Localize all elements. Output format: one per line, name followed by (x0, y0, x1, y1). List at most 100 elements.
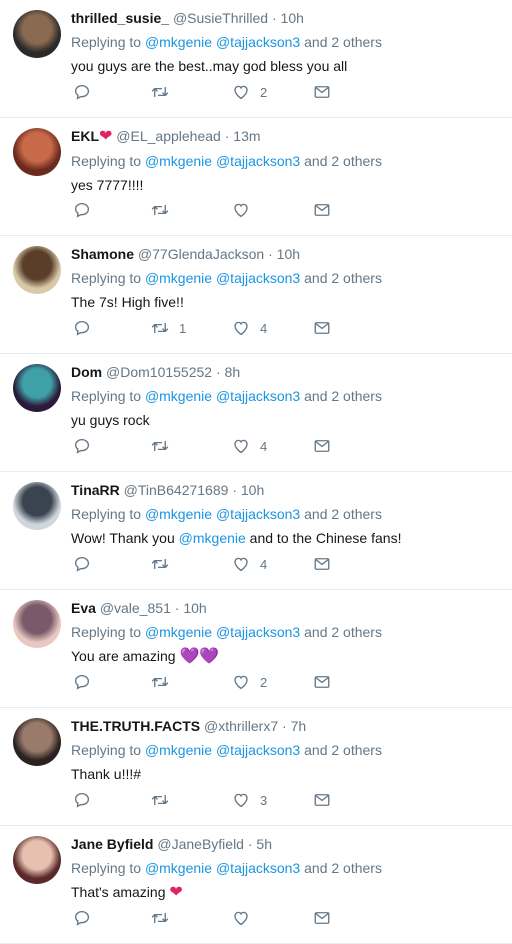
display-name[interactable]: EKL (71, 128, 99, 144)
avatar[interactable] (13, 128, 61, 176)
direct-message-button[interactable] (313, 436, 331, 456)
tweet-item[interactable]: Eva @vale_851 · 10h Replying to @mkgenie … (0, 590, 512, 708)
mention-link[interactable]: @mkgenie (145, 506, 212, 522)
timestamp[interactable]: 10h (277, 246, 300, 262)
user-handle[interactable]: @SusieThrilled (173, 10, 268, 26)
display-name[interactable]: Dom (71, 364, 102, 380)
display-name[interactable]: Shamone (71, 246, 134, 262)
retweet-button[interactable] (151, 672, 169, 692)
avatar[interactable] (13, 10, 61, 58)
others-label[interactable]: and 2 others (304, 270, 382, 286)
mention-link[interactable]: @mkgenie (145, 860, 212, 876)
avatar[interactable] (13, 600, 61, 648)
avatar[interactable] (13, 364, 61, 412)
retweet-button[interactable] (151, 200, 169, 220)
retweet-button[interactable] (151, 82, 169, 102)
others-label[interactable]: and 2 others (304, 742, 382, 758)
timestamp[interactable]: 10h (281, 10, 304, 26)
mention-link[interactable]: @mkgenie (179, 530, 246, 546)
direct-message-button[interactable] (313, 790, 331, 810)
like-button[interactable] (232, 908, 250, 928)
tweet-item[interactable]: Shamone @77GlendaJackson · 10h Replying t… (0, 236, 512, 354)
display-name[interactable]: Eva (71, 600, 96, 616)
tweet-item[interactable]: EKL❤ @EL_applehead · 13m Replying to @mkg… (0, 118, 512, 236)
retweet-button[interactable] (151, 790, 169, 810)
direct-message-button[interactable] (313, 318, 331, 338)
replying-to-label: Replying to (71, 34, 142, 50)
tweet-item[interactable]: Dom @Dom10155252 · 8h Replying to @mkgeni… (0, 354, 512, 472)
timestamp[interactable]: 8h (225, 364, 241, 380)
others-label[interactable]: and 2 others (304, 624, 382, 640)
direct-message-button[interactable] (313, 82, 331, 102)
timestamp[interactable]: 10h (241, 482, 264, 498)
user-handle[interactable]: @EL_applehead (116, 128, 221, 144)
display-name[interactable]: Jane Byfield (71, 836, 153, 852)
avatar[interactable] (13, 718, 61, 766)
retweet-icon (151, 83, 169, 101)
others-label[interactable]: and 2 others (304, 860, 382, 876)
reply-button[interactable] (73, 554, 91, 574)
retweet-button[interactable] (151, 908, 169, 928)
user-handle[interactable]: @vale_851 (100, 600, 171, 616)
tweet-text: you guys are the best..may god bless you… (71, 56, 504, 76)
mention-link[interactable]: @tajjackson3 (216, 742, 300, 758)
reply-button[interactable] (73, 672, 91, 692)
like-button[interactable]: 2 (232, 672, 267, 692)
tweet-item[interactable]: thrilled_susie_ @SusieThrilled · 10h Repl… (0, 0, 512, 118)
mention-link[interactable]: @mkgenie (145, 270, 212, 286)
mention-link[interactable]: @tajjackson3 (216, 624, 300, 640)
display-name[interactable]: TinaRR (71, 482, 120, 498)
timestamp[interactable]: 7h (291, 718, 307, 734)
reply-button[interactable] (73, 908, 91, 928)
retweet-button[interactable] (151, 554, 169, 574)
tweet-item[interactable]: THE.TRUTH.FACTS @xthrillerx7 · 7h Replyin… (0, 708, 512, 826)
reply-button[interactable] (73, 790, 91, 810)
retweet-button[interactable]: 1 (151, 318, 186, 338)
display-name[interactable]: thrilled_susie_ (71, 10, 169, 26)
timestamp[interactable]: 13m (233, 128, 260, 144)
reply-button[interactable] (73, 82, 91, 102)
like-button[interactable]: 4 (232, 554, 267, 574)
timestamp[interactable]: 10h (183, 600, 206, 616)
others-label[interactable]: and 2 others (304, 388, 382, 404)
tweet-item[interactable]: Jane Byfield @JaneByfield · 5h Replying t… (0, 826, 512, 944)
like-button[interactable] (232, 200, 250, 220)
reply-button[interactable] (73, 318, 91, 338)
tweet-item[interactable]: TinaRR @TinB64271689 · 10h Replying to @m… (0, 472, 512, 590)
retweet-button[interactable] (151, 436, 169, 456)
mention-link[interactable]: @tajjackson3 (216, 388, 300, 404)
mention-link[interactable]: @tajjackson3 (216, 34, 300, 50)
others-label[interactable]: and 2 others (304, 506, 382, 522)
avatar[interactable] (13, 246, 61, 294)
like-button[interactable]: 4 (232, 436, 267, 456)
mention-link[interactable]: @tajjackson3 (216, 153, 300, 169)
mention-link[interactable]: @mkgenie (145, 742, 212, 758)
direct-message-button[interactable] (313, 908, 331, 928)
reply-button[interactable] (73, 436, 91, 456)
direct-message-button[interactable] (313, 672, 331, 692)
reply-button[interactable] (73, 200, 91, 220)
display-name[interactable]: THE.TRUTH.FACTS (71, 718, 200, 734)
mention-link[interactable]: @tajjackson3 (216, 860, 300, 876)
direct-message-button[interactable] (313, 200, 331, 220)
user-handle[interactable]: @77GlendaJackson (138, 246, 264, 262)
timestamp[interactable]: 5h (256, 836, 272, 852)
like-button[interactable]: 4 (232, 318, 267, 338)
user-handle[interactable]: @Dom10155252 (106, 364, 212, 380)
avatar[interactable] (13, 836, 61, 884)
others-label[interactable]: and 2 others (304, 34, 382, 50)
mention-link[interactable]: @mkgenie (145, 153, 212, 169)
others-label[interactable]: and 2 others (304, 153, 382, 169)
mention-link[interactable]: @tajjackson3 (216, 506, 300, 522)
mention-link[interactable]: @mkgenie (145, 34, 212, 50)
like-button[interactable]: 2 (232, 82, 267, 102)
user-handle[interactable]: @xthrillerx7 (204, 718, 278, 734)
user-handle[interactable]: @TinB64271689 (124, 482, 229, 498)
direct-message-button[interactable] (313, 554, 331, 574)
mention-link[interactable]: @mkgenie (145, 388, 212, 404)
user-handle[interactable]: @JaneByfield (157, 836, 244, 852)
mention-link[interactable]: @mkgenie (145, 624, 212, 640)
mention-link[interactable]: @tajjackson3 (216, 270, 300, 286)
like-button[interactable]: 3 (232, 790, 267, 810)
avatar[interactable] (13, 482, 61, 530)
